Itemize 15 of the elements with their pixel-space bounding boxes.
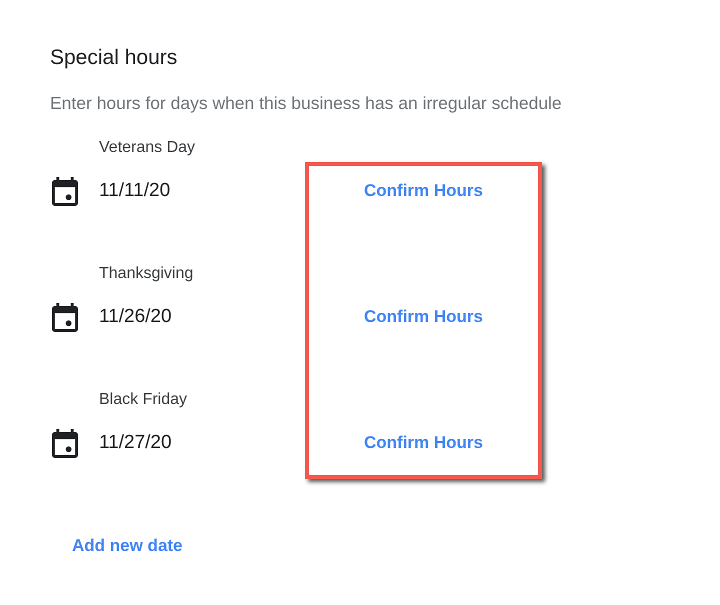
add-date-button[interactable]: Add new date bbox=[68, 531, 187, 561]
confirm-hours-button[interactable]: Confirm Hours bbox=[360, 428, 487, 458]
calendar-icon[interactable] bbox=[52, 428, 78, 458]
date-value[interactable]: 11/11/20 bbox=[99, 180, 170, 202]
calendar-icon[interactable] bbox=[52, 302, 78, 332]
holiday-name: Thanksgiving bbox=[99, 264, 194, 284]
holiday-name: Black Friday bbox=[99, 390, 188, 410]
confirm-hours-button[interactable]: Confirm Hours bbox=[360, 302, 487, 332]
holiday-name: Veterans Day bbox=[99, 138, 196, 158]
section-description: Enter hours for days when this business has an irregular schedule bbox=[50, 92, 562, 115]
calendar-icon[interactable] bbox=[52, 176, 78, 206]
section-title: Special hours bbox=[50, 45, 178, 71]
date-value[interactable]: 11/26/20 bbox=[99, 306, 172, 328]
date-value[interactable]: 11/27/20 bbox=[99, 432, 172, 454]
confirm-hours-button[interactable]: Confirm Hours bbox=[360, 176, 487, 206]
